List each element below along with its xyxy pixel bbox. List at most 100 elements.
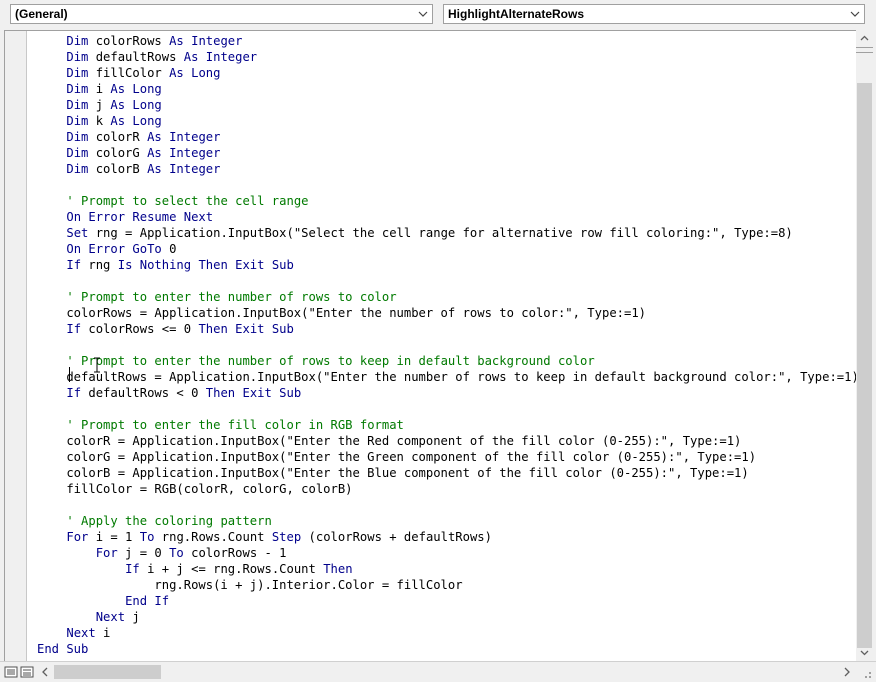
code-editor[interactable]: Dim colorRows As Integer Dim defaultRows… bbox=[4, 30, 856, 661]
code-line[interactable]: ' Prompt to enter the number of rows to … bbox=[37, 353, 856, 369]
vertical-scrollbar[interactable] bbox=[856, 30, 873, 661]
chevron-left-icon[interactable] bbox=[38, 664, 52, 680]
keyword-token: For bbox=[66, 530, 89, 544]
chevron-down-icon[interactable] bbox=[848, 7, 862, 21]
code-token: i = 1 bbox=[88, 530, 140, 544]
code-line[interactable]: If colorRows <= 0 Then Exit Sub bbox=[37, 321, 856, 337]
code-line[interactable] bbox=[37, 177, 856, 193]
horizontal-scroll-thumb[interactable] bbox=[54, 665, 161, 679]
code-line[interactable]: Dim colorB As Integer bbox=[37, 161, 856, 177]
keyword-token: As Long bbox=[110, 82, 162, 96]
full-module-view-icon[interactable] bbox=[20, 665, 34, 679]
keyword-token: Is Nothing Then Exit Sub bbox=[117, 258, 294, 272]
code-line[interactable]: defaultRows = Application.InputBox("Ente… bbox=[37, 369, 856, 385]
code-line[interactable]: For i = 1 To rng.Rows.Count Step (colorR… bbox=[37, 529, 856, 545]
code-line[interactable]: colorRows = Application.InputBox("Enter … bbox=[37, 305, 856, 321]
keyword-token: Then Exit Sub bbox=[198, 322, 294, 336]
keyword-token: Step bbox=[271, 530, 302, 544]
code-token: rng bbox=[81, 258, 118, 272]
code-line[interactable]: Set rng = Application.InputBox("Select t… bbox=[37, 225, 856, 241]
keyword-token: As Long bbox=[169, 66, 221, 80]
code-token: i bbox=[95, 626, 111, 640]
code-line[interactable]: ' Apply the coloring pattern bbox=[37, 513, 856, 529]
code-token: j bbox=[88, 98, 111, 112]
code-line[interactable]: fillColor = RGB(colorR, colorG, colorB) bbox=[37, 481, 856, 497]
code-line[interactable]: End If bbox=[37, 593, 856, 609]
code-line[interactable]: Dim fillColor As Long bbox=[37, 65, 856, 81]
code-line[interactable]: On Error Resume Next bbox=[37, 209, 856, 225]
code-line[interactable]: If defaultRows < 0 Then Exit Sub bbox=[37, 385, 856, 401]
code-token: j = 0 bbox=[117, 546, 170, 560]
code-line[interactable] bbox=[37, 337, 856, 353]
code-token: 0 bbox=[161, 242, 177, 256]
chevron-down-icon[interactable] bbox=[416, 7, 430, 21]
code-line[interactable]: Next i bbox=[37, 625, 856, 641]
chevron-up-icon[interactable] bbox=[856, 30, 873, 47]
comment-token: ' Prompt to enter the number of rows to … bbox=[66, 290, 397, 304]
code-token: rng.Rows.Count bbox=[154, 530, 272, 544]
code-line[interactable]: rng.Rows(i + j).Interior.Color = fillCol… bbox=[37, 577, 856, 593]
code-line[interactable]: Next j bbox=[37, 609, 856, 625]
keyword-token: End Sub bbox=[37, 642, 89, 656]
code-line[interactable]: Dim colorRows As Integer bbox=[37, 33, 856, 49]
object-combo[interactable]: (General) bbox=[10, 4, 433, 24]
code-line[interactable] bbox=[37, 497, 856, 513]
code-line[interactable]: Dim colorR As Integer bbox=[37, 129, 856, 145]
code-line[interactable]: colorG = Application.InputBox("Enter the… bbox=[37, 449, 856, 465]
horizontal-scrollbar[interactable] bbox=[0, 661, 876, 682]
code-token: fillColor = RGB(colorR, colorG, colorB) bbox=[37, 482, 353, 496]
keyword-token: Dim bbox=[66, 146, 89, 160]
split-bar[interactable] bbox=[856, 47, 873, 53]
code-token: colorRows - 1 bbox=[183, 546, 287, 560]
keyword-token: As Integer bbox=[147, 130, 221, 144]
vertical-scroll-thumb[interactable] bbox=[857, 83, 872, 648]
code-line[interactable]: Dim defaultRows As Integer bbox=[37, 49, 856, 65]
resize-grip-icon bbox=[865, 672, 871, 678]
margin-indicator-bar[interactable] bbox=[5, 31, 27, 661]
code-line[interactable]: End Sub bbox=[37, 641, 856, 657]
mouse-ibeam-icon bbox=[94, 357, 100, 373]
code-token: colorB = Application.InputBox("Enter the… bbox=[37, 466, 749, 480]
comment-token: ' Prompt to enter the fill color in RGB … bbox=[66, 418, 404, 432]
procedure-combo[interactable]: HighlightAlternateRows bbox=[443, 4, 865, 24]
code-line[interactable]: Dim k As Long bbox=[37, 113, 856, 129]
code-token: colorR = Application.InputBox("Enter the… bbox=[37, 434, 742, 448]
code-line[interactable]: If i + j <= rng.Rows.Count Then bbox=[37, 561, 856, 577]
code-line[interactable] bbox=[37, 273, 856, 289]
code-line[interactable]: Dim i As Long bbox=[37, 81, 856, 97]
keyword-token: Dim bbox=[66, 130, 89, 144]
code-line[interactable]: For j = 0 To colorRows - 1 bbox=[37, 545, 856, 561]
code-line[interactable] bbox=[37, 401, 856, 417]
keyword-token: On Error GoTo bbox=[66, 242, 162, 256]
code-line[interactable]: If rng Is Nothing Then Exit Sub bbox=[37, 257, 856, 273]
code-line[interactable]: colorB = Application.InputBox("Enter the… bbox=[37, 465, 856, 481]
procedure-view-icon[interactable] bbox=[4, 665, 18, 679]
code-token: (colorRows + defaultRows) bbox=[301, 530, 492, 544]
code-token: colorRows bbox=[88, 34, 170, 48]
code-text[interactable]: Dim colorRows As Integer Dim defaultRows… bbox=[37, 33, 856, 657]
keyword-token: As Long bbox=[110, 98, 162, 112]
procedure-combo-value: HighlightAlternateRows bbox=[448, 7, 585, 21]
code-token: j bbox=[125, 610, 140, 624]
code-line[interactable]: ' Prompt to enter the number of rows to … bbox=[37, 289, 856, 305]
chevron-right-icon[interactable] bbox=[840, 664, 854, 680]
code-line[interactable]: Dim j As Long bbox=[37, 97, 856, 113]
code-line[interactable]: Dim colorG As Integer bbox=[37, 145, 856, 161]
chevron-down-icon[interactable] bbox=[856, 644, 873, 661]
code-line[interactable]: colorR = Application.InputBox("Enter the… bbox=[37, 433, 856, 449]
keyword-token: As Integer bbox=[169, 34, 243, 48]
code-line[interactable]: On Error GoTo 0 bbox=[37, 241, 856, 257]
code-line[interactable]: ' Prompt to enter the fill color in RGB … bbox=[37, 417, 856, 433]
code-line[interactable]: ' Prompt to select the cell range bbox=[37, 193, 856, 209]
